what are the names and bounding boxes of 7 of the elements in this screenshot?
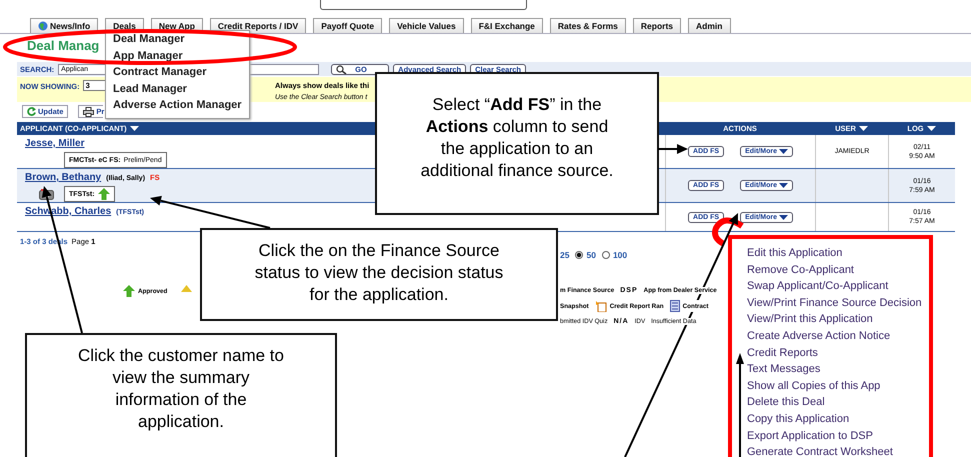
page-size-label: 25 [560, 250, 570, 260]
callout-text: Select “Add FS” in the Actions column to send the application to an additional finance source. [420, 94, 614, 182]
page-title: Deal Manag [27, 37, 100, 55]
page-size-label: 100 [612, 250, 628, 260]
page-size-label: 50 [586, 250, 596, 260]
callout-text: Click the customer name to view the summary information of the application. [78, 345, 284, 433]
callout-text: Click the on the Finance Source status to view the decision status for the application. [254, 240, 504, 306]
